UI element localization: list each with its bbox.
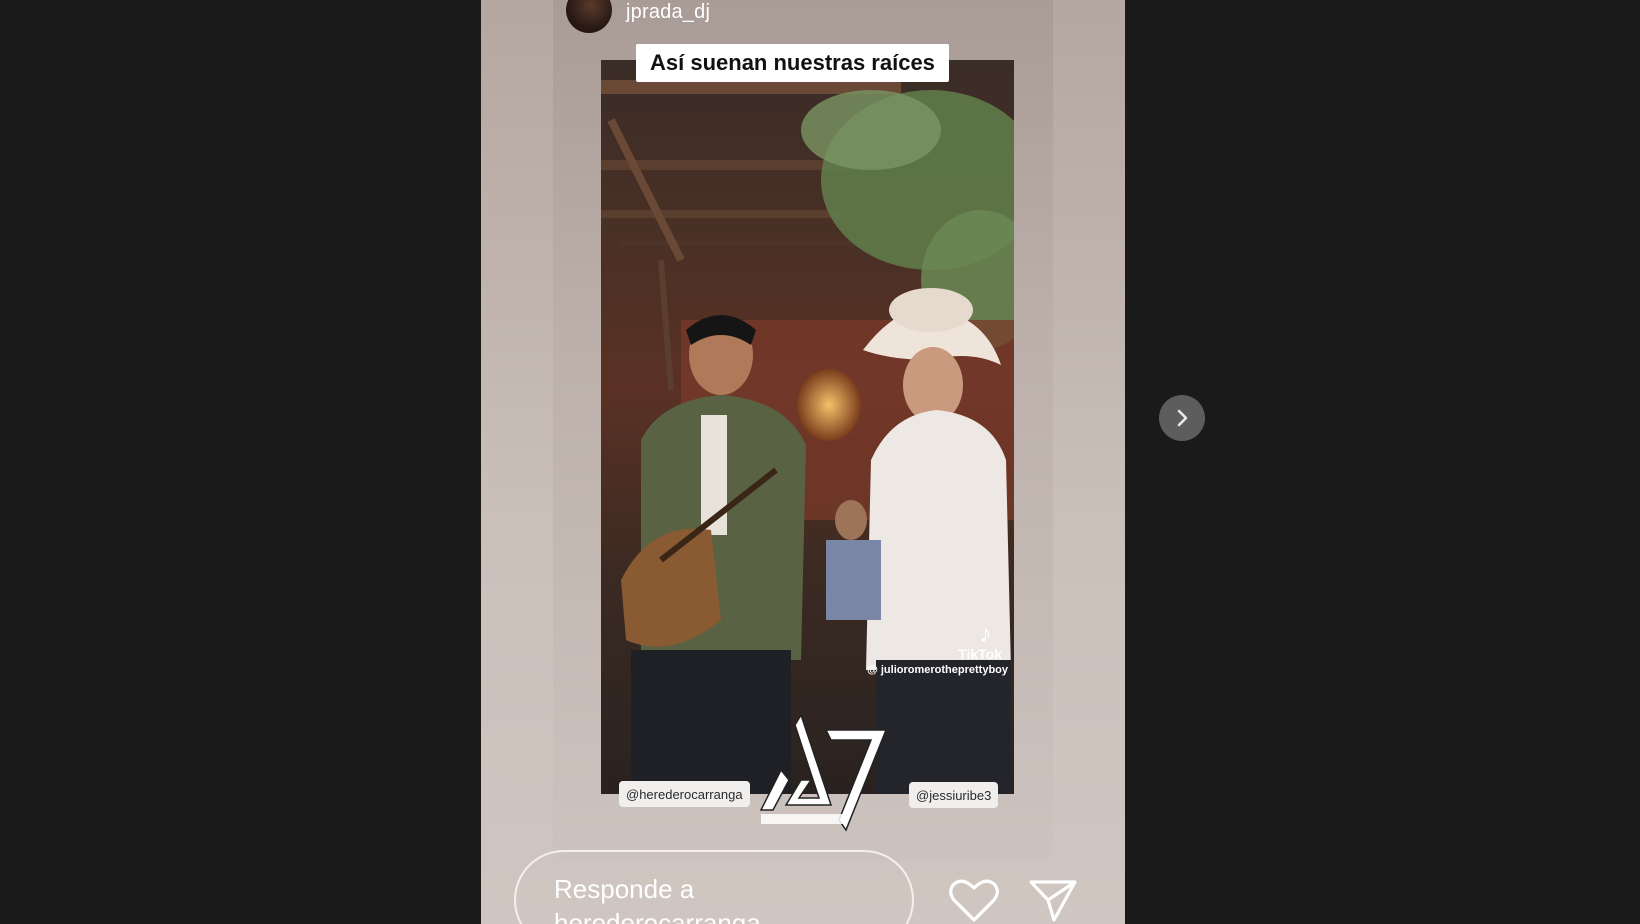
avatar[interactable]: [566, 0, 612, 33]
mention-tag-left[interactable]: @herederocarranga: [619, 781, 750, 807]
reply-input[interactable]: Responde a herederocarranga...: [514, 850, 914, 924]
next-story-button[interactable]: [1159, 395, 1205, 441]
story-video[interactable]: [601, 60, 1014, 794]
story-header: jprada_dj: [566, 0, 710, 34]
dj-logo-watermark: [759, 713, 888, 832]
heart-icon[interactable]: [948, 876, 1000, 924]
username[interactable]: jprada_dj: [626, 1, 710, 24]
mention-tag-right[interactable]: @jessiuribe3: [909, 782, 999, 808]
story-caption: Así suenan nuestras raíces: [636, 44, 949, 82]
send-icon[interactable]: [1028, 878, 1078, 924]
chevron-right-icon: [1177, 409, 1188, 427]
story-viewer: jprada_dj Así suenan nuestras raíces ♪ T…: [481, 0, 1125, 924]
video-scene: [601, 80, 1014, 794]
